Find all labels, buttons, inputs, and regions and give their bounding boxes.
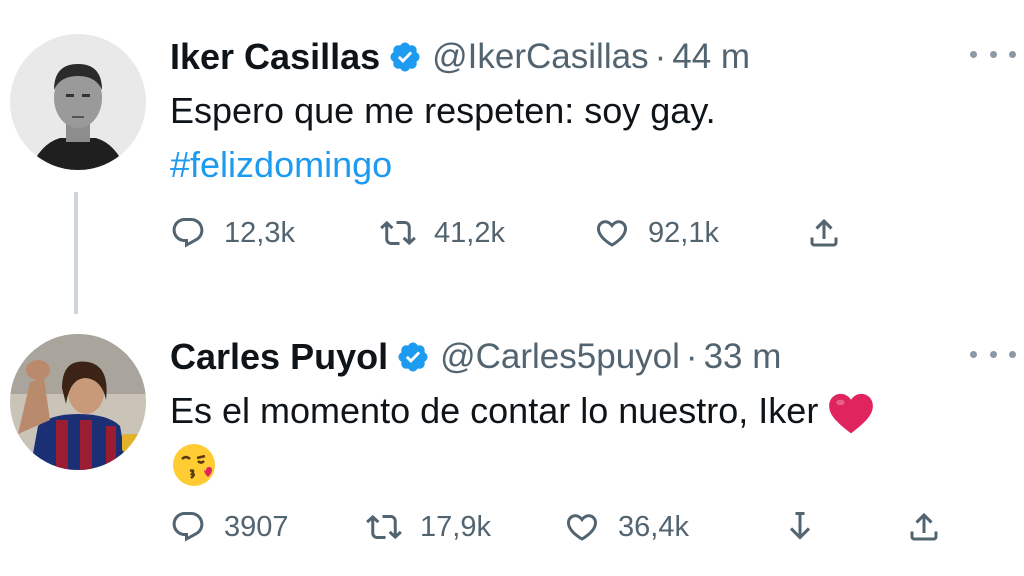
tweet-text: Es el momento de contar lo nuestro, Iker [170, 390, 819, 431]
share-icon [910, 512, 938, 541]
tweet-actions: 12,3k 41,2k 92,1k [170, 208, 860, 258]
tweet-actions: 3907 17,9k 36,4k [170, 502, 960, 552]
separator-dot: · [685, 337, 698, 376]
tweet-body: Carles Puyol @Carles5puyol · 33 m Es el … [170, 330, 984, 492]
tweet-text-line: Es el momento de contar lo nuestro, Iker [170, 384, 984, 438]
more-options-icon[interactable] [970, 44, 1016, 64]
reply-count: 3907 [224, 510, 289, 543]
avatar-carles-puyol[interactable] [10, 334, 146, 470]
like-icon [596, 220, 628, 247]
display-name[interactable]: Iker Casillas [170, 36, 380, 78]
share-icon [810, 218, 838, 247]
tweet-header: Carles Puyol @Carles5puyol · 33 m [170, 330, 984, 384]
hashtag-link[interactable]: #felizdomingo [170, 138, 984, 192]
reply-icon [172, 512, 204, 542]
like-button[interactable]: 36,4k [564, 509, 782, 545]
like-button[interactable]: 92,1k [594, 215, 806, 251]
like-count: 92,1k [648, 216, 719, 249]
tweet-carles-puyol[interactable]: Carles Puyol @Carles5puyol · 33 m Es el … [0, 300, 1024, 576]
download-icon [789, 512, 811, 540]
reply-button[interactable]: 12,3k [170, 215, 380, 251]
tweet-iker-casillas[interactable]: Iker Casillas @IkerCasillas · 44 m Esper… [0, 0, 1024, 314]
like-count: 36,4k [618, 510, 689, 543]
red-heart-emoji [829, 394, 874, 434]
kissing-face-emoji [173, 444, 215, 486]
user-handle[interactable]: @Carles5puyol [440, 337, 680, 377]
verified-badge-icon [398, 342, 428, 372]
tweet-text: Espero que me respeten: soy gay. [170, 90, 716, 131]
retweet-icon [380, 220, 416, 246]
download-button[interactable] [782, 509, 906, 545]
share-button[interactable] [906, 509, 960, 545]
more-options-icon[interactable] [970, 344, 1016, 364]
reply-icon [172, 218, 204, 248]
user-handle[interactable]: @IkerCasillas [432, 37, 648, 77]
timestamp[interactable]: 33 m [704, 337, 782, 377]
verified-badge-icon [390, 42, 420, 72]
retweet-button[interactable]: 17,9k [366, 509, 564, 545]
retweet-count: 17,9k [420, 510, 491, 543]
retweet-count: 41,2k [434, 216, 505, 249]
separator-dot: · [654, 37, 667, 76]
like-icon [566, 514, 598, 541]
thread-line [74, 192, 78, 314]
reply-button[interactable]: 3907 [170, 509, 366, 545]
tweet-header: Iker Casillas @IkerCasillas · 44 m [170, 30, 984, 84]
timestamp[interactable]: 44 m [672, 37, 750, 77]
emoji-line [170, 438, 984, 492]
share-button[interactable] [806, 215, 860, 251]
display-name[interactable]: Carles Puyol [170, 336, 388, 378]
reply-count: 12,3k [224, 216, 295, 249]
retweet-button[interactable]: 41,2k [380, 215, 594, 251]
avatar-iker-casillas[interactable] [10, 34, 146, 170]
retweet-icon [366, 514, 402, 540]
tweet-body: Iker Casillas @IkerCasillas · 44 m Esper… [170, 30, 984, 192]
